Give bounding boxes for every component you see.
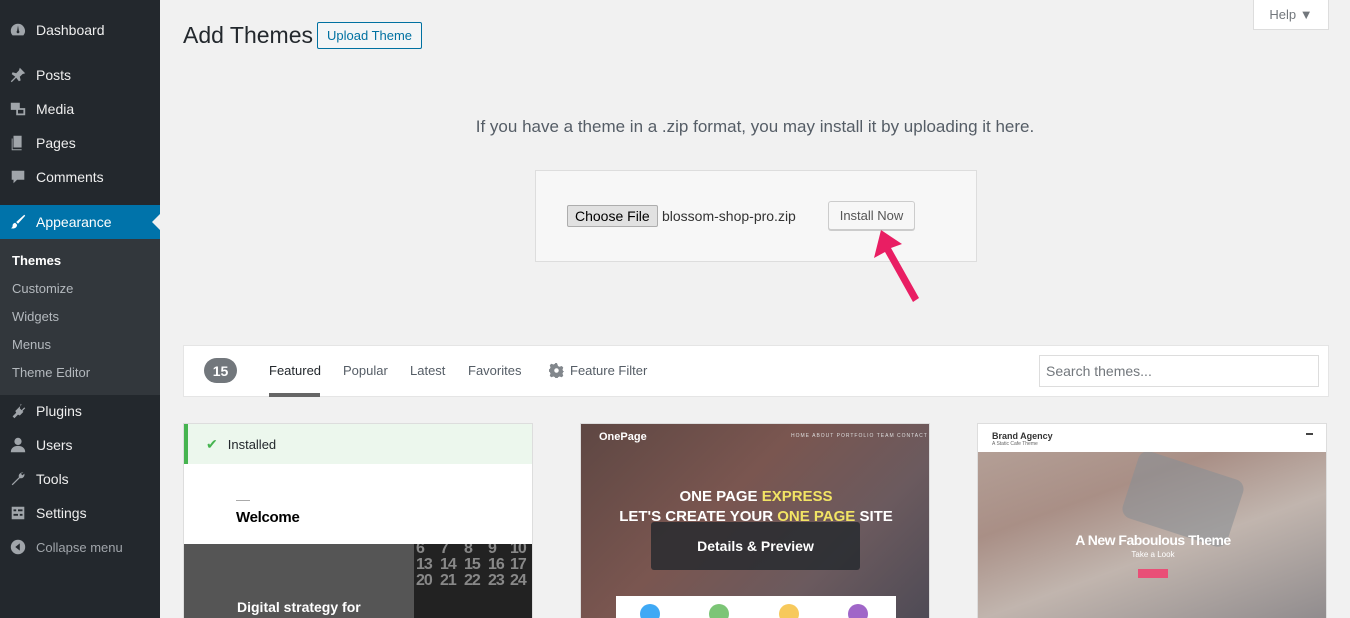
- divider: [236, 500, 250, 501]
- screenshot-features-strip: [616, 596, 896, 618]
- install-now-button[interactable]: Install Now: [828, 201, 915, 230]
- user-icon: [0, 436, 36, 454]
- sidebar-item-label: Appearance: [36, 214, 112, 230]
- theme-card-onepage[interactable]: OnePage HOME ABOUT PORTFOLIO TEAM CONTAC…: [580, 423, 930, 618]
- sidebar-item-posts[interactable]: Posts: [0, 58, 160, 92]
- screenshot-header: Brand Agency A Static Cafe Theme: [978, 424, 1326, 452]
- pushpin-icon: [0, 66, 36, 84]
- gear-icon: [549, 363, 564, 378]
- feature-icon: [779, 604, 799, 618]
- page-title: Add Themes: [183, 22, 313, 48]
- media-icon: [0, 100, 36, 118]
- screenshot-subheading: Take a Look: [1131, 550, 1175, 559]
- settings-icon: [0, 504, 36, 522]
- calendar-graphic: 6 7 8 9 10 13 14 15 16 17 20 21 22 23 24: [414, 544, 532, 618]
- sidebar-item-settings[interactable]: Settings: [0, 496, 160, 530]
- sidebar-item-media[interactable]: Media: [0, 92, 160, 126]
- installed-label: Installed: [227, 436, 277, 452]
- sidebar-item-pages[interactable]: Pages: [0, 126, 160, 160]
- sidebar-item-users[interactable]: Users: [0, 428, 160, 462]
- submenu-menus[interactable]: Menus: [12, 337, 51, 352]
- sidebar-item-label: Plugins: [36, 403, 82, 419]
- sidebar-item-label: Comments: [36, 169, 104, 185]
- collapse-menu-label: Collapse menu: [36, 539, 123, 555]
- theme-card-brand-agency[interactable]: Brand Agency A Static Cafe Theme A New F…: [977, 423, 1327, 618]
- tab-latest[interactable]: Latest: [410, 363, 445, 378]
- sidebar-item-comments[interactable]: Comments: [0, 160, 160, 194]
- screenshot-cta: [1138, 569, 1168, 578]
- admin-sidebar: Dashboard Posts Media Pages Comments App…: [0, 0, 160, 618]
- search-themes-input[interactable]: [1039, 355, 1319, 387]
- checkmark-icon: ✔: [206, 435, 218, 452]
- wrench-icon: [0, 470, 36, 488]
- theme-screenshot-bottom: Digital strategy for 6 7 8 9 10 13 14 15…: [184, 544, 532, 618]
- submenu-customize[interactable]: Customize: [12, 281, 73, 296]
- help-tab-button[interactable]: Help ▼: [1253, 0, 1329, 30]
- screenshot-brand: Brand Agency: [992, 431, 1053, 441]
- feature-icon: [709, 604, 729, 618]
- screenshot-logo-text: OnePage: [599, 431, 647, 443]
- menu-icon: [1306, 433, 1313, 435]
- submenu-widgets[interactable]: Widgets: [12, 309, 59, 324]
- dashboard-icon: [0, 21, 36, 39]
- plug-icon: [0, 402, 36, 420]
- feature-icon: [848, 604, 868, 618]
- screenshot-headline: Digital strategy for: [237, 599, 361, 615]
- sidebar-item-label: Settings: [36, 505, 87, 521]
- comment-icon: [0, 168, 36, 186]
- screenshot-tagline: A Static Cafe Theme: [992, 441, 1038, 447]
- screenshot-title-line1: ONE PAGE EXPRESS: [679, 488, 833, 505]
- tab-featured[interactable]: Featured: [269, 363, 321, 378]
- paintbrush-icon: [0, 213, 36, 231]
- feature-icon: [640, 604, 660, 618]
- sidebar-item-dashboard[interactable]: Dashboard: [0, 13, 160, 47]
- tab-popular[interactable]: Popular: [343, 363, 388, 378]
- sidebar-item-appearance[interactable]: Appearance: [0, 205, 160, 239]
- feature-filter-button[interactable]: Feature Filter: [549, 363, 647, 378]
- theme-filter-bar: 15 Featured Popular Latest Favorites Fea…: [183, 345, 1329, 397]
- choose-file-button[interactable]: Choose File: [567, 205, 658, 227]
- appearance-submenu: Themes Customize Widgets Menus Theme Edi…: [0, 239, 160, 395]
- sidebar-item-label: Tools: [36, 471, 69, 487]
- upload-theme-button[interactable]: Upload Theme: [317, 22, 423, 49]
- sidebar-item-tools[interactable]: Tools: [0, 462, 160, 496]
- upload-instructions: If you have a theme in a .zip format, yo…: [475, 117, 1035, 136]
- tab-favorites[interactable]: Favorites: [468, 363, 521, 378]
- active-tab-indicator: [269, 393, 320, 397]
- submenu-theme-editor[interactable]: Theme Editor: [12, 365, 90, 380]
- sidebar-item-label: Dashboard: [36, 22, 105, 38]
- pointer-arrow-icon: [874, 230, 919, 302]
- feature-filter-label: Feature Filter: [570, 363, 648, 378]
- screenshot-welcome-text: Welcome: [236, 509, 300, 526]
- sidebar-item-label: Users: [36, 437, 73, 453]
- theme-screenshot-top: Welcome: [184, 464, 532, 544]
- submenu-themes[interactable]: Themes: [12, 253, 61, 268]
- installed-notice: ✔ Installed: [184, 424, 532, 464]
- screenshot-nav-text: HOME ABOUT PORTFOLIO TEAM CONTACT: [791, 433, 928, 439]
- theme-card-installed[interactable]: ✔ Installed Welcome Digital strategy for…: [183, 423, 533, 618]
- theme-count-badge: 15: [204, 358, 237, 383]
- screenshot-heading: A New Faboulous Theme: [1075, 532, 1231, 548]
- selected-file-name: blossom-shop-pro.zip: [662, 208, 796, 224]
- collapse-menu-button[interactable]: Collapse menu: [0, 530, 160, 564]
- pages-icon: [0, 134, 36, 152]
- sidebar-item-label: Pages: [36, 135, 76, 151]
- sidebar-item-label: Media: [36, 101, 75, 117]
- details-preview-button[interactable]: Details & Preview: [651, 522, 860, 570]
- collapse-arrow-icon: [0, 538, 36, 556]
- sidebar-item-label: Posts: [36, 67, 72, 83]
- sidebar-item-plugins[interactable]: Plugins: [0, 394, 160, 428]
